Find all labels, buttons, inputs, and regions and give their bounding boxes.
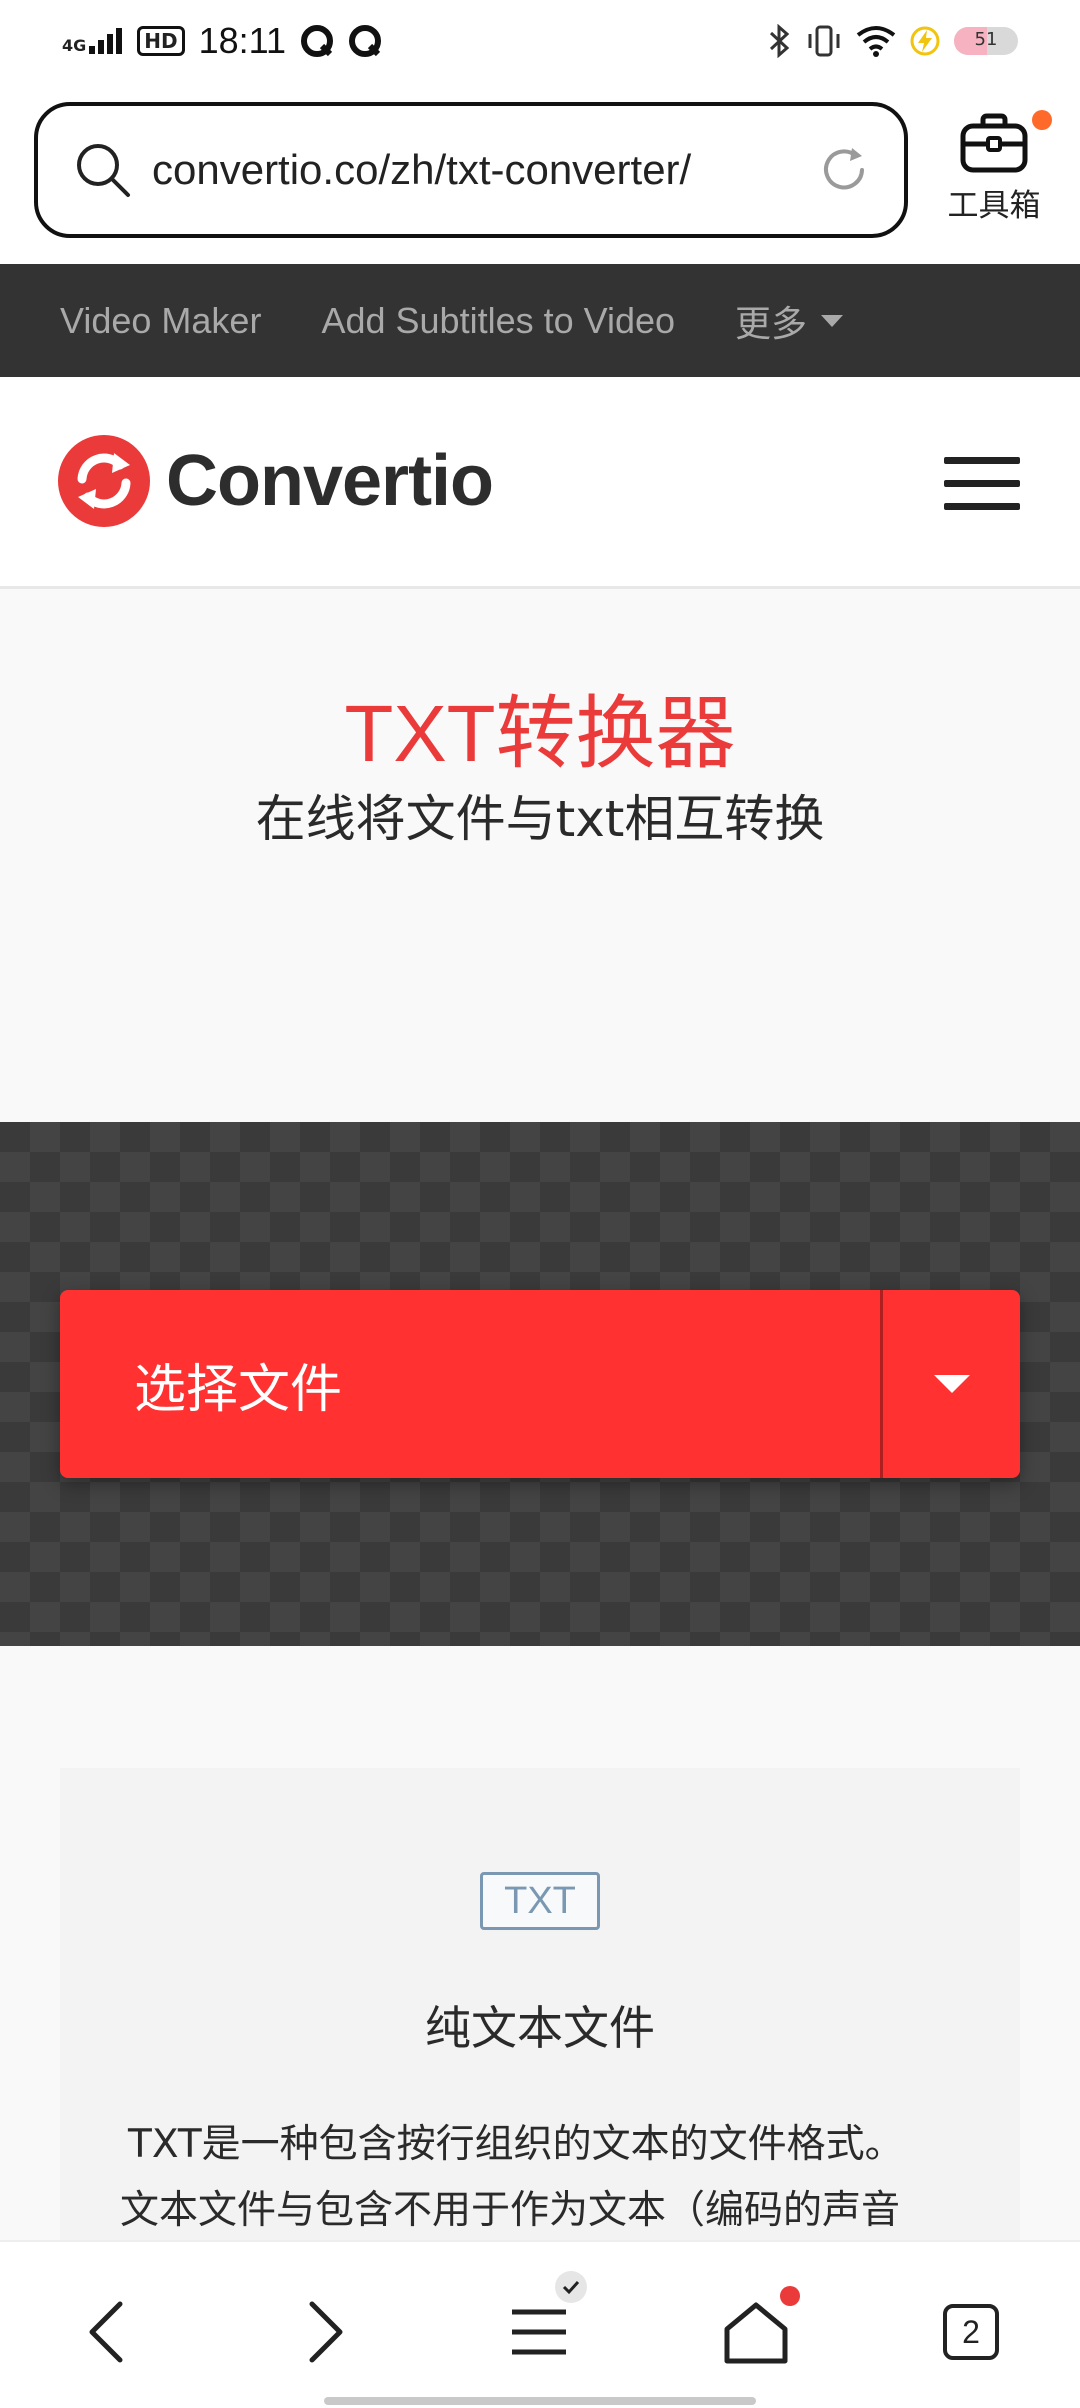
nav-more-label: 更多 [735, 302, 808, 344]
battery-percent: 51 [974, 29, 998, 50]
menu-line [944, 457, 1020, 464]
toolbox-icon [960, 113, 1028, 173]
status-bar: 4G HD 18:11 51 [0, 0, 1080, 82]
hero-section: TXT转换器 在线将文件与txt相互转换 [0, 589, 1080, 1122]
notification-dot [780, 2286, 800, 2306]
home-button[interactable] [716, 2286, 800, 2372]
convertio-logo[interactable]: Convertio [58, 435, 494, 527]
nav-more-dropdown[interactable]: 更多 [735, 295, 844, 347]
site-header: Convertio [0, 377, 1080, 589]
caret-down-icon [821, 314, 844, 327]
page-title: TXT转换器 [344, 689, 736, 778]
signal-icon: 4G [62, 28, 123, 54]
choose-files-button-group: 选择文件 [60, 1290, 1020, 1478]
status-right: 51 [768, 24, 1018, 58]
app-notification-icon [301, 25, 334, 57]
caret-down-icon [933, 1375, 970, 1393]
format-title: 纯文本文件 [425, 2001, 655, 2055]
menu-button[interactable] [500, 2271, 587, 2372]
clock: 18:11 [198, 20, 287, 61]
format-badge: TXT [480, 1872, 600, 1930]
logo-wordmark: Convertio [166, 441, 494, 521]
convertio-logo-icon [58, 435, 150, 527]
menu-icon [512, 2309, 566, 2355]
app-notification-icon [349, 25, 382, 57]
choose-source-dropdown[interactable] [880, 1290, 1020, 1478]
nav-link-add-subtitles[interactable]: Add Subtitles to Video [321, 300, 675, 342]
toolbox-label: 工具箱 [947, 188, 1041, 224]
description-line: TXT是一种包含按行组织的文本的文件格式。 [128, 2122, 904, 2167]
home-indicator[interactable] [324, 2397, 756, 2405]
upload-area: 选择文件 [0, 1122, 1080, 1646]
battery-icon: 51 [954, 27, 1018, 55]
browser-bottom-nav: 2 [0, 2240, 1080, 2408]
notification-dot [1032, 110, 1052, 130]
site-top-nav: Video Maker Add Subtitles to Video 更多 [0, 264, 1080, 377]
forward-button[interactable] [286, 2292, 366, 2372]
description-line: 文本文件与包含不用于作为文本（编码的声音 [120, 2188, 901, 2233]
search-icon [77, 144, 130, 197]
network-type: 4G [62, 36, 87, 55]
checkmark-badge-icon [555, 2271, 587, 2303]
format-info-card: TXT 纯文本文件 TXT是一种包含按行组织的文本的文件格式。 文本文件与包含不… [60, 1768, 1020, 2288]
url-text[interactable]: convertio.co/zh/txt-converter/ [152, 146, 818, 194]
choose-files-button[interactable]: 选择文件 [60, 1290, 880, 1478]
signal-bars-icon [89, 28, 123, 54]
wifi-icon [856, 26, 896, 57]
charging-icon [910, 26, 940, 56]
forward-arrow-icon [309, 2301, 343, 2363]
back-button[interactable] [66, 2292, 146, 2372]
reload-icon[interactable] [818, 144, 870, 196]
menu-line [944, 480, 1020, 487]
nav-link-video-maker[interactable]: Video Maker [60, 300, 261, 342]
status-left: 4G HD 18:11 [62, 20, 382, 62]
format-description: TXT是一种包含按行组织的文本的文件格式。 文本文件与包含不用于作为文本（编码的… [120, 2112, 970, 2244]
hd-badge: HD [137, 26, 185, 56]
vibrate-icon [808, 25, 840, 57]
toolbox-button[interactable]: 工具箱 [934, 110, 1054, 232]
home-icon [724, 2302, 788, 2364]
bluetooth-icon [769, 24, 790, 58]
back-arrow-icon [89, 2301, 123, 2363]
tabs-button[interactable]: 2 [931, 2292, 1011, 2372]
browser-toolbar: convertio.co/zh/txt-converter/ 工具箱 [0, 82, 1080, 264]
address-bar[interactable]: convertio.co/zh/txt-converter/ [34, 102, 908, 238]
hamburger-menu-button[interactable] [944, 457, 1020, 511]
page-subtitle: 在线将文件与txt相互转换 [255, 790, 825, 848]
tab-count: 2 [943, 2304, 999, 2360]
menu-line [944, 503, 1020, 510]
